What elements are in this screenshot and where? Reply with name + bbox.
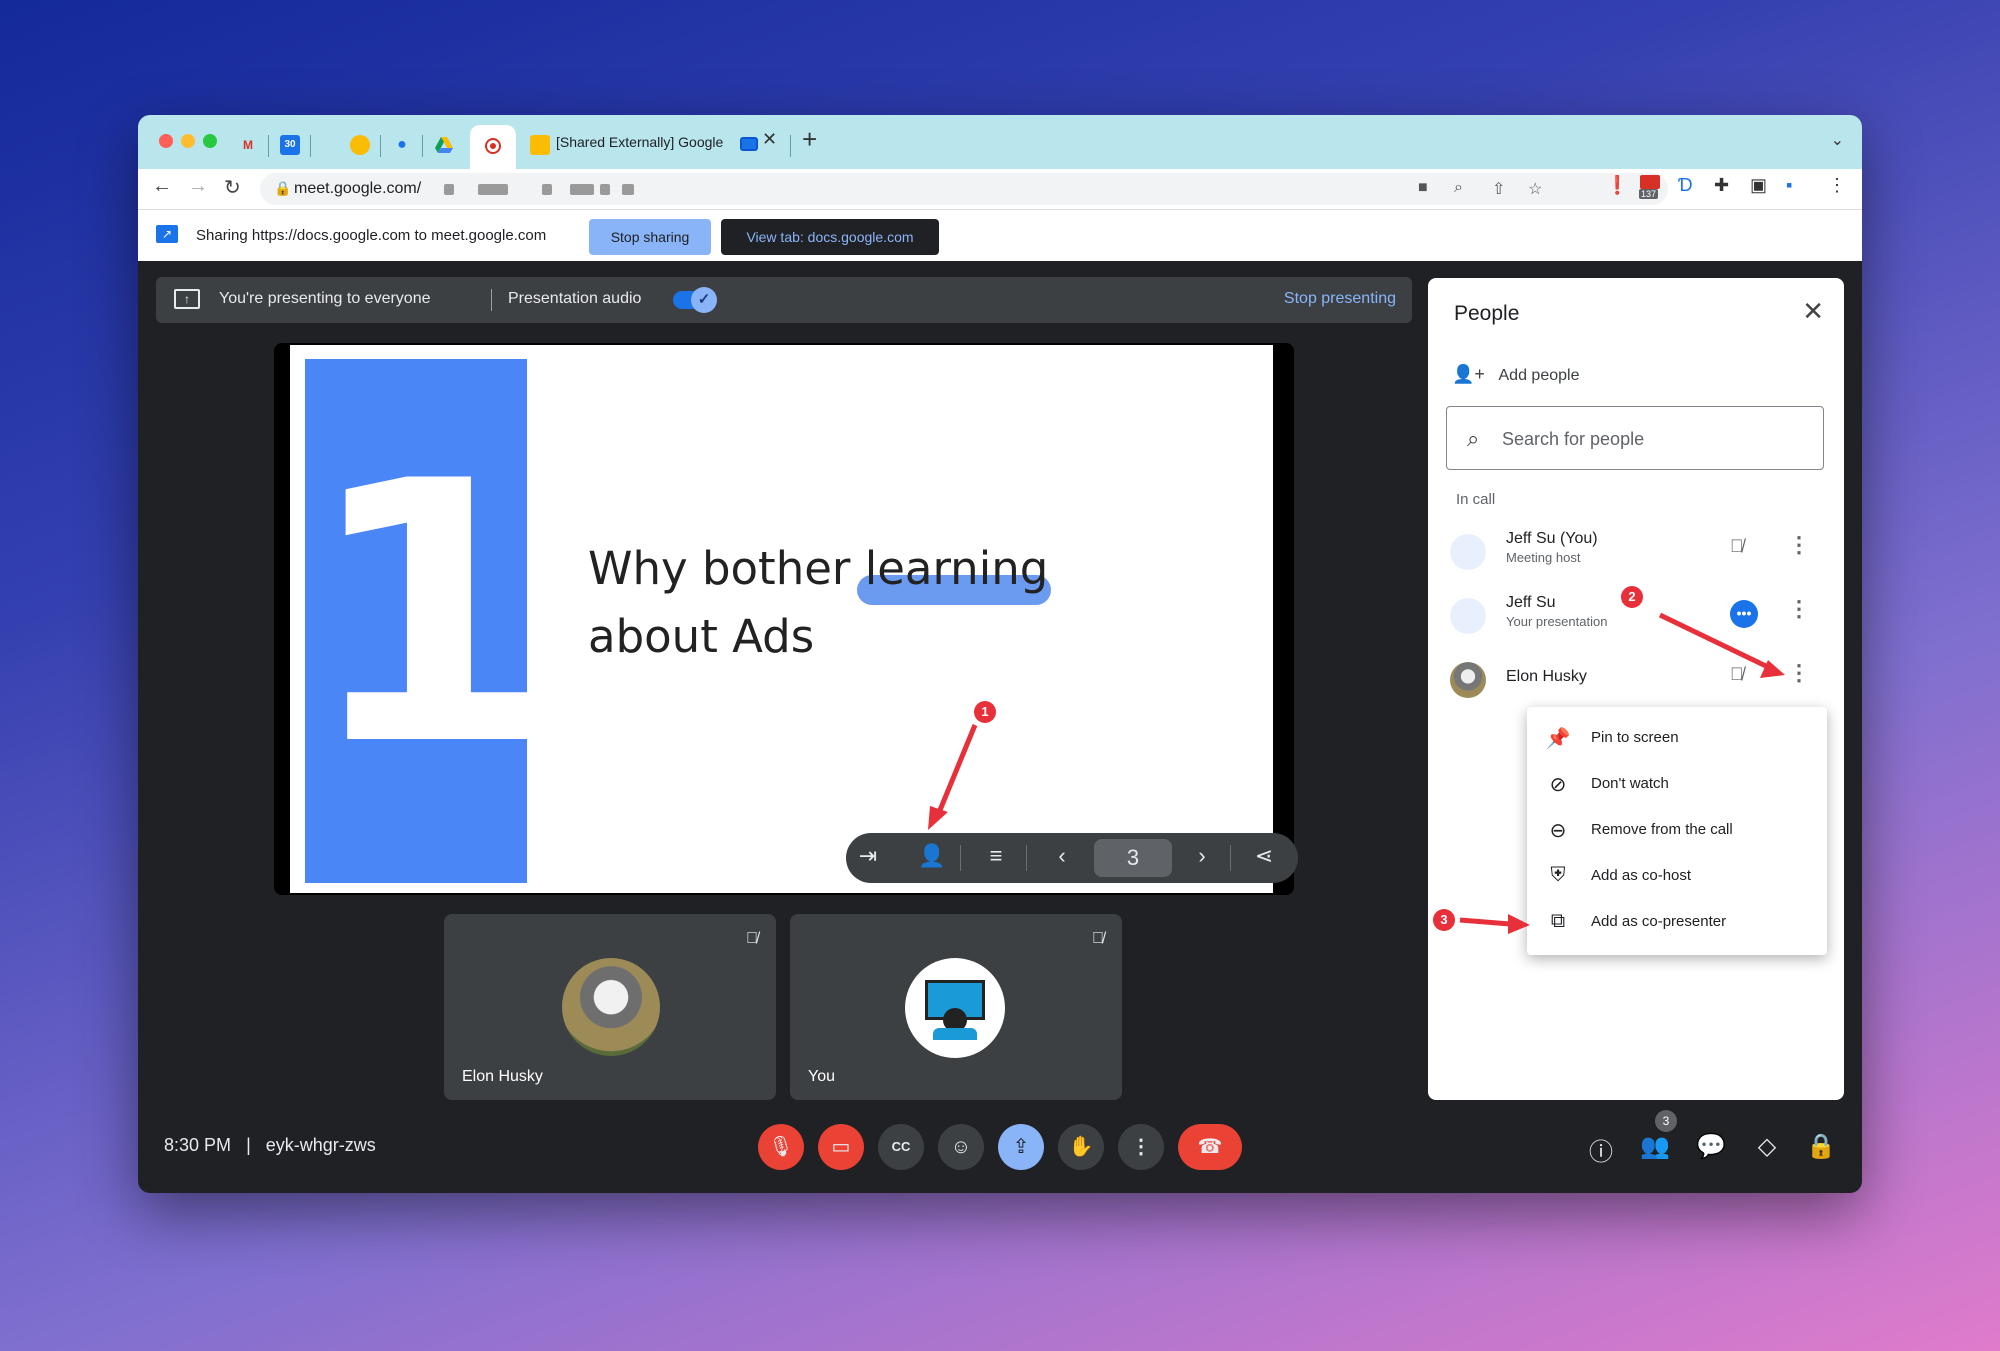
arrow-2 <box>1658 612 1772 671</box>
annotation-marker-1: 1 <box>974 701 996 723</box>
arrow-3-head <box>1508 914 1530 934</box>
arrow-1-head <box>928 806 948 830</box>
annotation-marker-3: 3 <box>1433 909 1455 931</box>
annotation-marker-2: 2 <box>1621 586 1643 608</box>
arrow-3 <box>1459 917 1511 927</box>
annotation-arrows <box>928 612 1785 934</box>
arrow-1 <box>935 724 978 816</box>
